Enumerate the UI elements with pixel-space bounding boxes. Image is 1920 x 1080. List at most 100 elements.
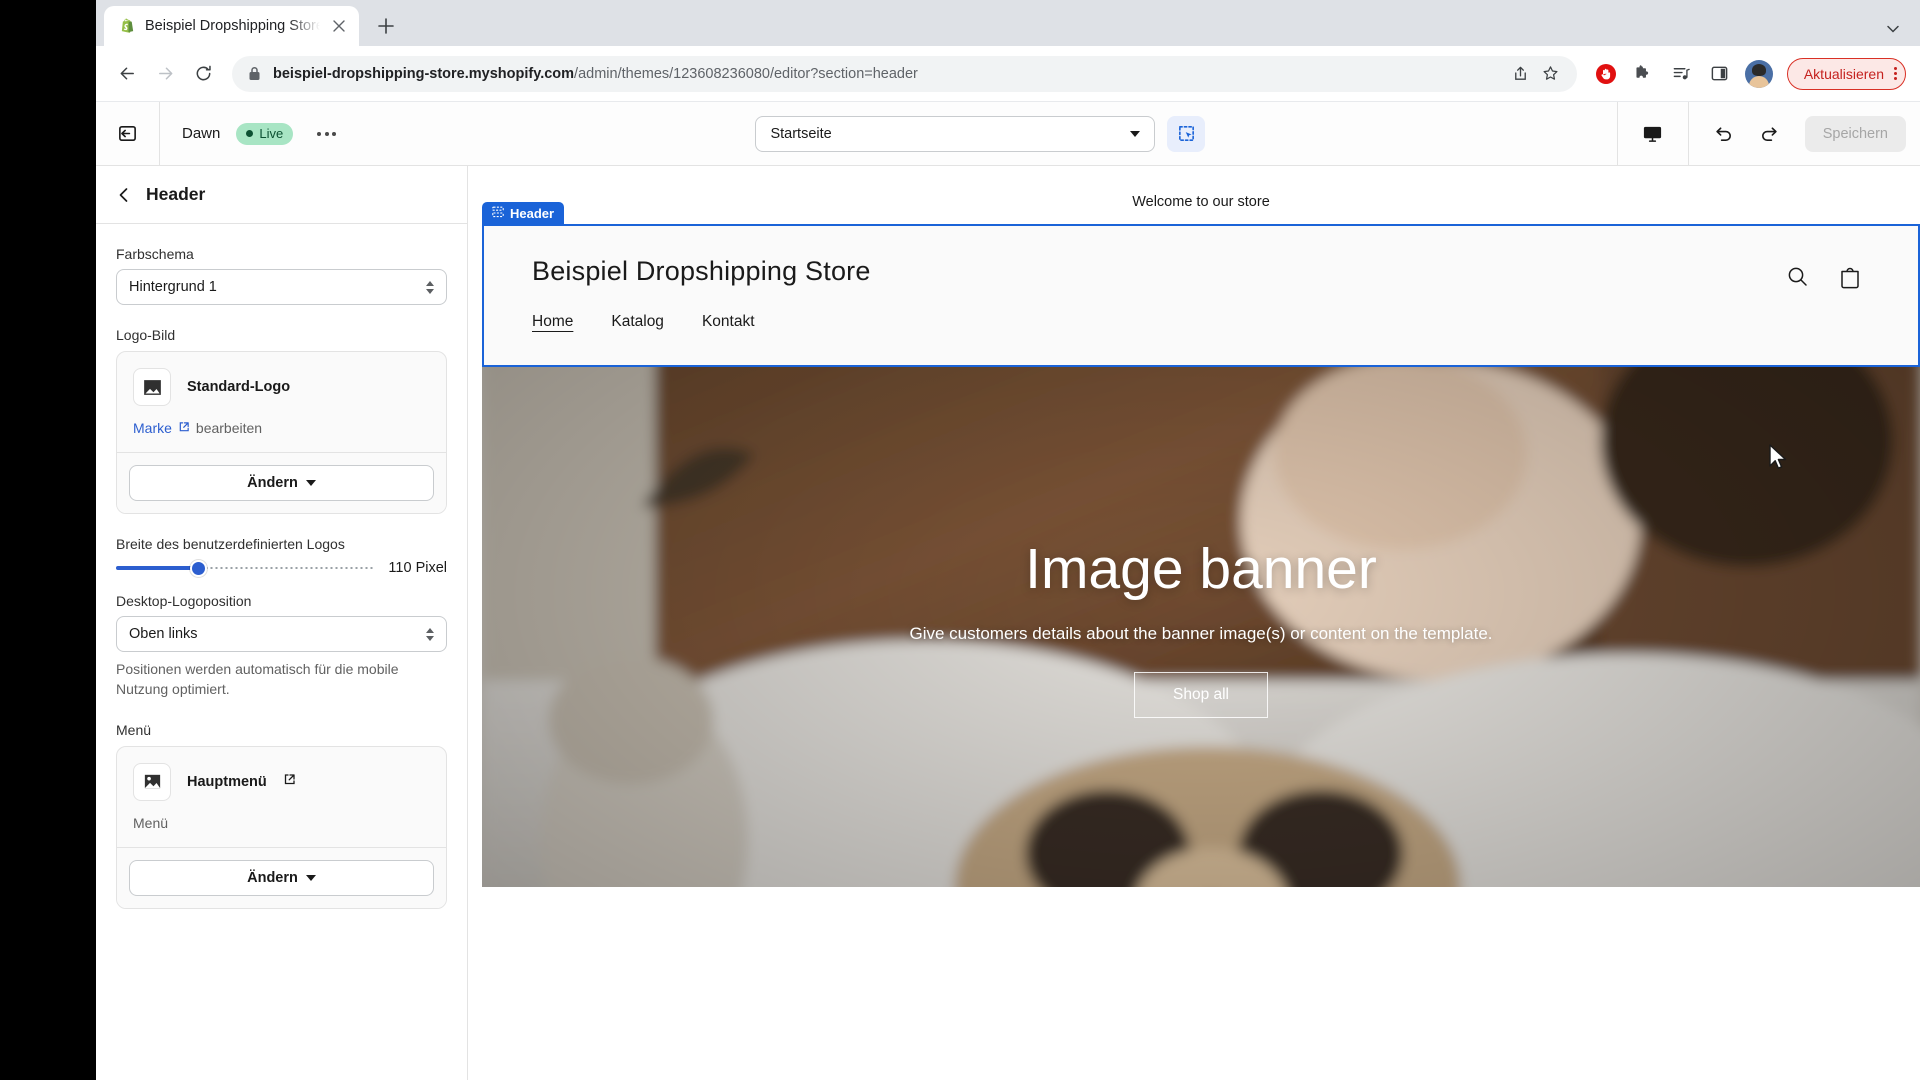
sidebar-content: Farbschema Hintergrund 1 Logo-Bild Stand… bbox=[96, 224, 467, 1080]
announcement-bar[interactable]: Welcome to our store bbox=[482, 180, 1920, 224]
store-name: Beispiel Dropshipping Store bbox=[532, 256, 871, 286]
external-link-icon[interactable] bbox=[283, 773, 296, 791]
search-icon[interactable] bbox=[1786, 265, 1810, 294]
shop-all-button[interactable]: Shop all bbox=[1133, 672, 1268, 718]
browser-menu-icon[interactable] bbox=[1894, 67, 1897, 80]
status-badge-label: Live bbox=[259, 126, 284, 141]
external-link-icon bbox=[178, 420, 190, 436]
image-banner-section[interactable]: Image banner Give customers details abou… bbox=[482, 367, 1920, 887]
section-badge-icon bbox=[492, 206, 504, 221]
close-icon[interactable] bbox=[329, 16, 349, 36]
logo-card-footer: Ändern bbox=[117, 452, 446, 513]
select-arrows-icon bbox=[426, 280, 434, 294]
logo-row: Standard-Logo bbox=[133, 368, 430, 406]
forward-icon[interactable] bbox=[148, 57, 182, 91]
address-bar[interactable]: beispiel-dropshipping-store.myshopify.co… bbox=[232, 55, 1577, 92]
menu-card-body: Hauptmenü Menü bbox=[117, 747, 446, 847]
shopify-icon bbox=[118, 17, 136, 35]
browser-window: Beispiel Dropshipping Store · D beisp bbox=[96, 0, 1920, 1080]
logo-position-help: Positionen werden automatisch für die mo… bbox=[116, 661, 399, 697]
redo-icon[interactable] bbox=[1753, 117, 1787, 151]
page-selector-label: Startseite bbox=[770, 125, 832, 142]
new-tab-button[interactable] bbox=[369, 9, 403, 43]
logo-position-value: Oben links bbox=[129, 626, 198, 642]
menu-card: Hauptmenü Menü Ändern bbox=[116, 745, 447, 909]
brand-edit-text: bearbeiten bbox=[195, 420, 263, 436]
browser-tab[interactable]: Beispiel Dropshipping Store · D bbox=[104, 6, 359, 46]
device-preview-group bbox=[1616, 101, 1688, 166]
change-logo-label: Ändern bbox=[247, 475, 298, 491]
omnibox-icons bbox=[1507, 60, 1565, 88]
editor-center-controls: Startseite bbox=[344, 115, 1616, 152]
url-path: /admin/themes/123608236080/editor?sectio… bbox=[574, 65, 918, 82]
menu-label: Menü bbox=[116, 721, 152, 738]
slider-fill bbox=[116, 566, 199, 570]
header-section-wrapper: Header Beispiel Dropshipping Store Home … bbox=[482, 202, 1920, 367]
theme-info: Dawn Live bbox=[160, 122, 344, 145]
logo-card-body: Standard-Logo Marke bearbeiten bbox=[117, 352, 446, 452]
logo-image-label: Logo-Bild bbox=[116, 327, 176, 343]
nav-link-katalog[interactable]: Katalog bbox=[611, 313, 664, 331]
logo-width-slider[interactable] bbox=[116, 559, 375, 577]
logo-position-select[interactable]: Oben links bbox=[116, 616, 447, 652]
undo-icon[interactable] bbox=[1707, 117, 1741, 151]
page-selector[interactable]: Startseite bbox=[755, 115, 1156, 152]
menu-row: Hauptmenü bbox=[133, 762, 430, 801]
theme-name: Dawn bbox=[182, 125, 221, 142]
update-button[interactable]: Aktualisieren bbox=[1786, 57, 1906, 90]
reading-list-icon[interactable] bbox=[1665, 57, 1699, 91]
exit-editor-button[interactable] bbox=[96, 101, 160, 166]
brand-link[interactable]: Marke bbox=[133, 420, 172, 436]
logo-position-label: Desktop-Logoposition bbox=[116, 593, 252, 609]
image-placeholder-icon bbox=[133, 762, 171, 801]
slider-thumb[interactable] bbox=[190, 559, 208, 577]
logo-width-value: 110 Pixel bbox=[388, 560, 447, 576]
history-group bbox=[1687, 101, 1805, 166]
share-icon[interactable] bbox=[1507, 60, 1535, 88]
inspector-tool-button[interactable] bbox=[1167, 115, 1206, 152]
banner-heading: Image banner bbox=[1025, 537, 1377, 601]
menu-card-footer: Ändern bbox=[117, 846, 446, 908]
cart-icon[interactable] bbox=[1838, 264, 1862, 295]
back-icon[interactable] bbox=[110, 57, 144, 91]
color-scheme-label: Farbschema bbox=[116, 246, 194, 262]
store-preview: Welcome to our store Header Beispiel Dro… bbox=[468, 166, 1920, 1080]
preview-frame: Welcome to our store Header Beispiel Dro… bbox=[482, 180, 1920, 1080]
editor-toolbar: Dawn Live Startseite Speichern bbox=[96, 101, 1920, 166]
extensions-puzzle-icon[interactable] bbox=[1627, 57, 1661, 91]
color-scheme-value: Hintergrund 1 bbox=[129, 279, 217, 295]
store-header-actions bbox=[1786, 264, 1862, 295]
banner-content: Image banner Give customers details abou… bbox=[909, 536, 1493, 718]
reload-icon[interactable] bbox=[186, 57, 220, 91]
avatar[interactable] bbox=[1744, 59, 1773, 88]
side-panel-icon[interactable] bbox=[1703, 57, 1737, 91]
url-domain: beispiel-dropshipping-store.myshopify.co… bbox=[273, 65, 575, 82]
theme-more-menu-icon[interactable] bbox=[309, 124, 344, 144]
nav-link-home[interactable]: Home bbox=[532, 313, 573, 331]
desktop-preview-icon[interactable] bbox=[1636, 117, 1670, 151]
lock-icon bbox=[248, 66, 261, 81]
chevron-down-icon bbox=[305, 480, 316, 486]
back-chevron-icon[interactable] bbox=[116, 187, 132, 203]
adblock-icon[interactable] bbox=[1589, 57, 1623, 91]
section-badge[interactable]: Header bbox=[482, 202, 565, 224]
save-button[interactable]: Speichern bbox=[1804, 115, 1906, 152]
color-scheme-select[interactable]: Hintergrund 1 bbox=[116, 269, 447, 305]
logo-width-label: Breite des benutzerdefinierten Logos bbox=[116, 536, 345, 552]
store-nav: Home Katalog Kontakt bbox=[532, 313, 1870, 331]
store-header[interactable]: Beispiel Dropshipping Store Home Katalog… bbox=[482, 224, 1920, 367]
logo-width-slider-row: 110 Pixel bbox=[116, 559, 447, 577]
nav-link-kontakt[interactable]: Kontakt bbox=[702, 313, 755, 331]
update-button-label: Aktualisieren bbox=[1803, 65, 1884, 82]
chevron-down-icon[interactable] bbox=[1884, 20, 1902, 38]
change-logo-button[interactable]: Ändern bbox=[129, 465, 434, 501]
live-dot-icon bbox=[246, 130, 254, 137]
slider-track bbox=[198, 566, 375, 570]
editor-right-controls: Speichern bbox=[1616, 101, 1920, 166]
chevron-down-icon bbox=[1130, 130, 1141, 137]
bookmark-star-icon[interactable] bbox=[1537, 60, 1565, 88]
sidebar-header: Header bbox=[96, 166, 467, 224]
change-menu-button[interactable]: Ändern bbox=[129, 859, 434, 896]
